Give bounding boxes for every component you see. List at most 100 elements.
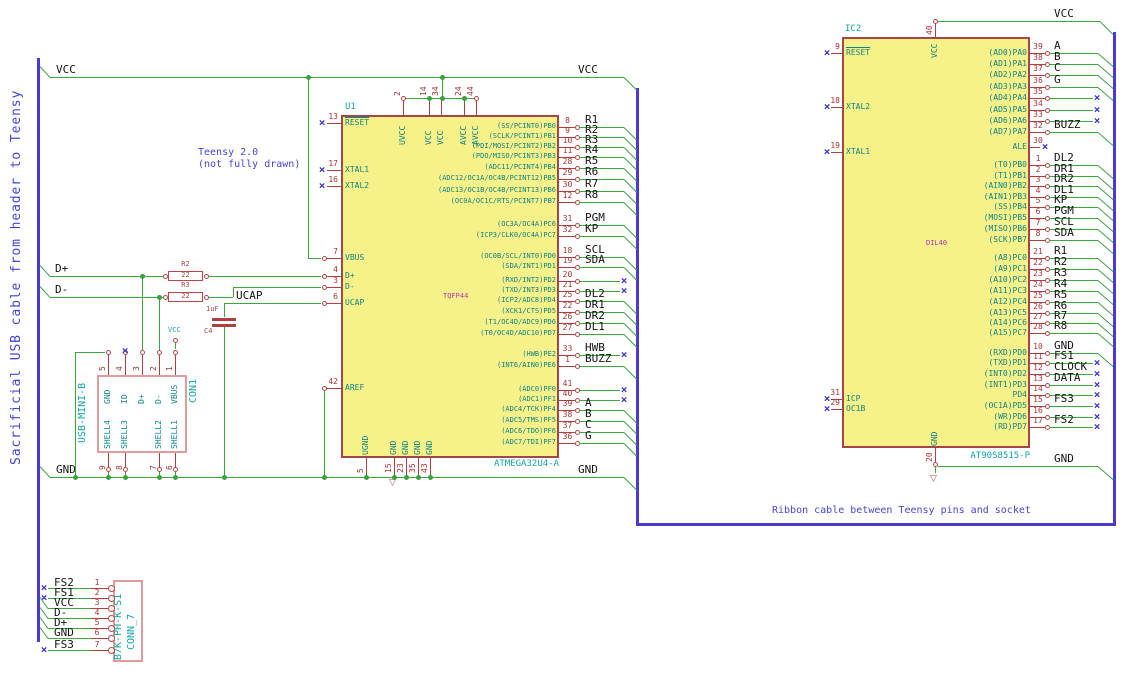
pin-number: 3 [333, 276, 338, 285]
ucap-label: UCAP [236, 289, 263, 302]
pin-number: 15 [1033, 395, 1043, 404]
pin-number: 1 [165, 366, 174, 371]
connector-pad-circle [107, 604, 115, 612]
pin-name: (INT0)PD2 [983, 369, 1027, 378]
wire [579, 442, 624, 444]
wire [232, 287, 234, 297]
pin-stub [124, 354, 126, 375]
pin-stub [559, 442, 575, 444]
pin-number: 26 [1033, 302, 1043, 311]
junction-dot [221, 474, 227, 480]
pin-number: 9 [835, 42, 840, 51]
pin-end-circle [203, 273, 209, 279]
pin-end-circle [932, 461, 938, 467]
wire [141, 278, 143, 351]
d-plus-label: D+ [55, 262, 69, 275]
pin-name: (HWB)PE2 [522, 350, 556, 358]
wire [1049, 131, 1098, 133]
pin-name: VCC [436, 130, 445, 145]
pin-name: XTAL1 [345, 165, 370, 174]
pin-number: 38 [562, 410, 573, 419]
junction-dot [426, 95, 432, 101]
pin-name: (RXD/INT2)PD2 [501, 276, 556, 284]
pin-stub [327, 257, 341, 259]
pin-name: AVCC [471, 125, 480, 145]
ribbon-bus-left [635, 88, 639, 526]
wire [579, 235, 624, 237]
pin-end-circle [932, 18, 938, 24]
pin-stub [559, 235, 575, 237]
pin-number: 29 [562, 168, 573, 177]
no-connect-x: × [1093, 91, 1101, 104]
net-label: FS3 [1054, 392, 1074, 405]
c4-value: 1uF [206, 305, 219, 313]
net-label: BUZZ [585, 352, 612, 365]
pin-stub [831, 52, 842, 54]
pin-number: 22 [562, 301, 573, 310]
pin-name: (A12)PC4 [988, 297, 1027, 306]
capacitor-plate [212, 317, 236, 321]
pin-name: AVCC [459, 125, 468, 145]
pin-name: VCC [424, 130, 433, 145]
wire [223, 303, 225, 317]
bus-entry [1097, 131, 1114, 146]
pin-number: 11 [1033, 352, 1043, 361]
pin-number: 32 [1033, 121, 1043, 130]
pin-number: 33 [562, 344, 573, 353]
pin-number: 3 [132, 366, 141, 371]
pin-stub [428, 100, 430, 115]
pin-number: 3 [94, 598, 100, 607]
net-label: FS2 [1054, 413, 1074, 426]
pin-end-circle [321, 385, 327, 391]
pin-name: (OC1A)PD5 [983, 401, 1027, 410]
pin-name: VCC [930, 43, 939, 58]
pin-stub [440, 100, 442, 115]
no-connect-x: × [620, 284, 628, 297]
pin-stub [327, 185, 341, 187]
wire [579, 201, 624, 203]
wire [934, 466, 936, 473]
pin-name: GND [401, 440, 410, 455]
pin-number: 3 [1035, 175, 1041, 184]
pin-stub [831, 408, 842, 410]
net-label: GND [54, 626, 74, 639]
pin-name: (XCK1/CTS)PD5 [501, 307, 556, 315]
pin-name: (AD1)PA1 [988, 59, 1027, 68]
u1-footprint: TQFP44 [443, 292, 469, 300]
pin-number: 2 [393, 91, 402, 96]
connector-pad-circle [107, 624, 115, 632]
pin-number: 12 [1033, 363, 1043, 372]
pin-stub [559, 333, 575, 335]
net-label: SDA [1054, 226, 1074, 239]
pin-number: 2 [149, 366, 158, 371]
pin-number: 35 [408, 463, 417, 473]
wire [938, 20, 1100, 22]
pin-stub [107, 354, 109, 375]
pin-name: (ADC1)PF1 [518, 395, 556, 403]
pin-number: 27 [562, 323, 573, 332]
pin-number: 2 [94, 588, 100, 597]
pin-name: (AD6)PA6 [988, 116, 1027, 125]
pin-name: (PDO/MISO/PCINT3)PB3 [471, 152, 556, 160]
pin-number: 13 [1033, 374, 1043, 383]
pin-number: 1 [1035, 154, 1041, 163]
pin-end-circle [321, 300, 327, 306]
conn7-reference: CONN_7 [126, 613, 137, 650]
ribbon-bus-right [1113, 32, 1116, 526]
net-label: C [1054, 61, 1061, 74]
no-connect-x: × [121, 344, 129, 357]
pin-end-circle [321, 273, 327, 279]
bus-entry [1097, 465, 1114, 480]
c4-reference: C4 [204, 327, 213, 335]
pin-name: (RD)PD7 [993, 422, 1027, 431]
r2-value: 22 [181, 271, 190, 279]
net-label: R6 [585, 165, 599, 178]
pin-name: OC1B [846, 404, 866, 413]
pin-number: 36 [1033, 76, 1043, 85]
pin-name: GND [389, 440, 398, 455]
pin-number: 39 [1033, 42, 1043, 51]
connector-pad-circle [107, 646, 115, 654]
pin-name: (OC3A/OC4A)PC6 [496, 220, 556, 228]
pin-name: (AD2)PA2 [988, 70, 1027, 79]
pin-number: 41 [562, 379, 573, 388]
